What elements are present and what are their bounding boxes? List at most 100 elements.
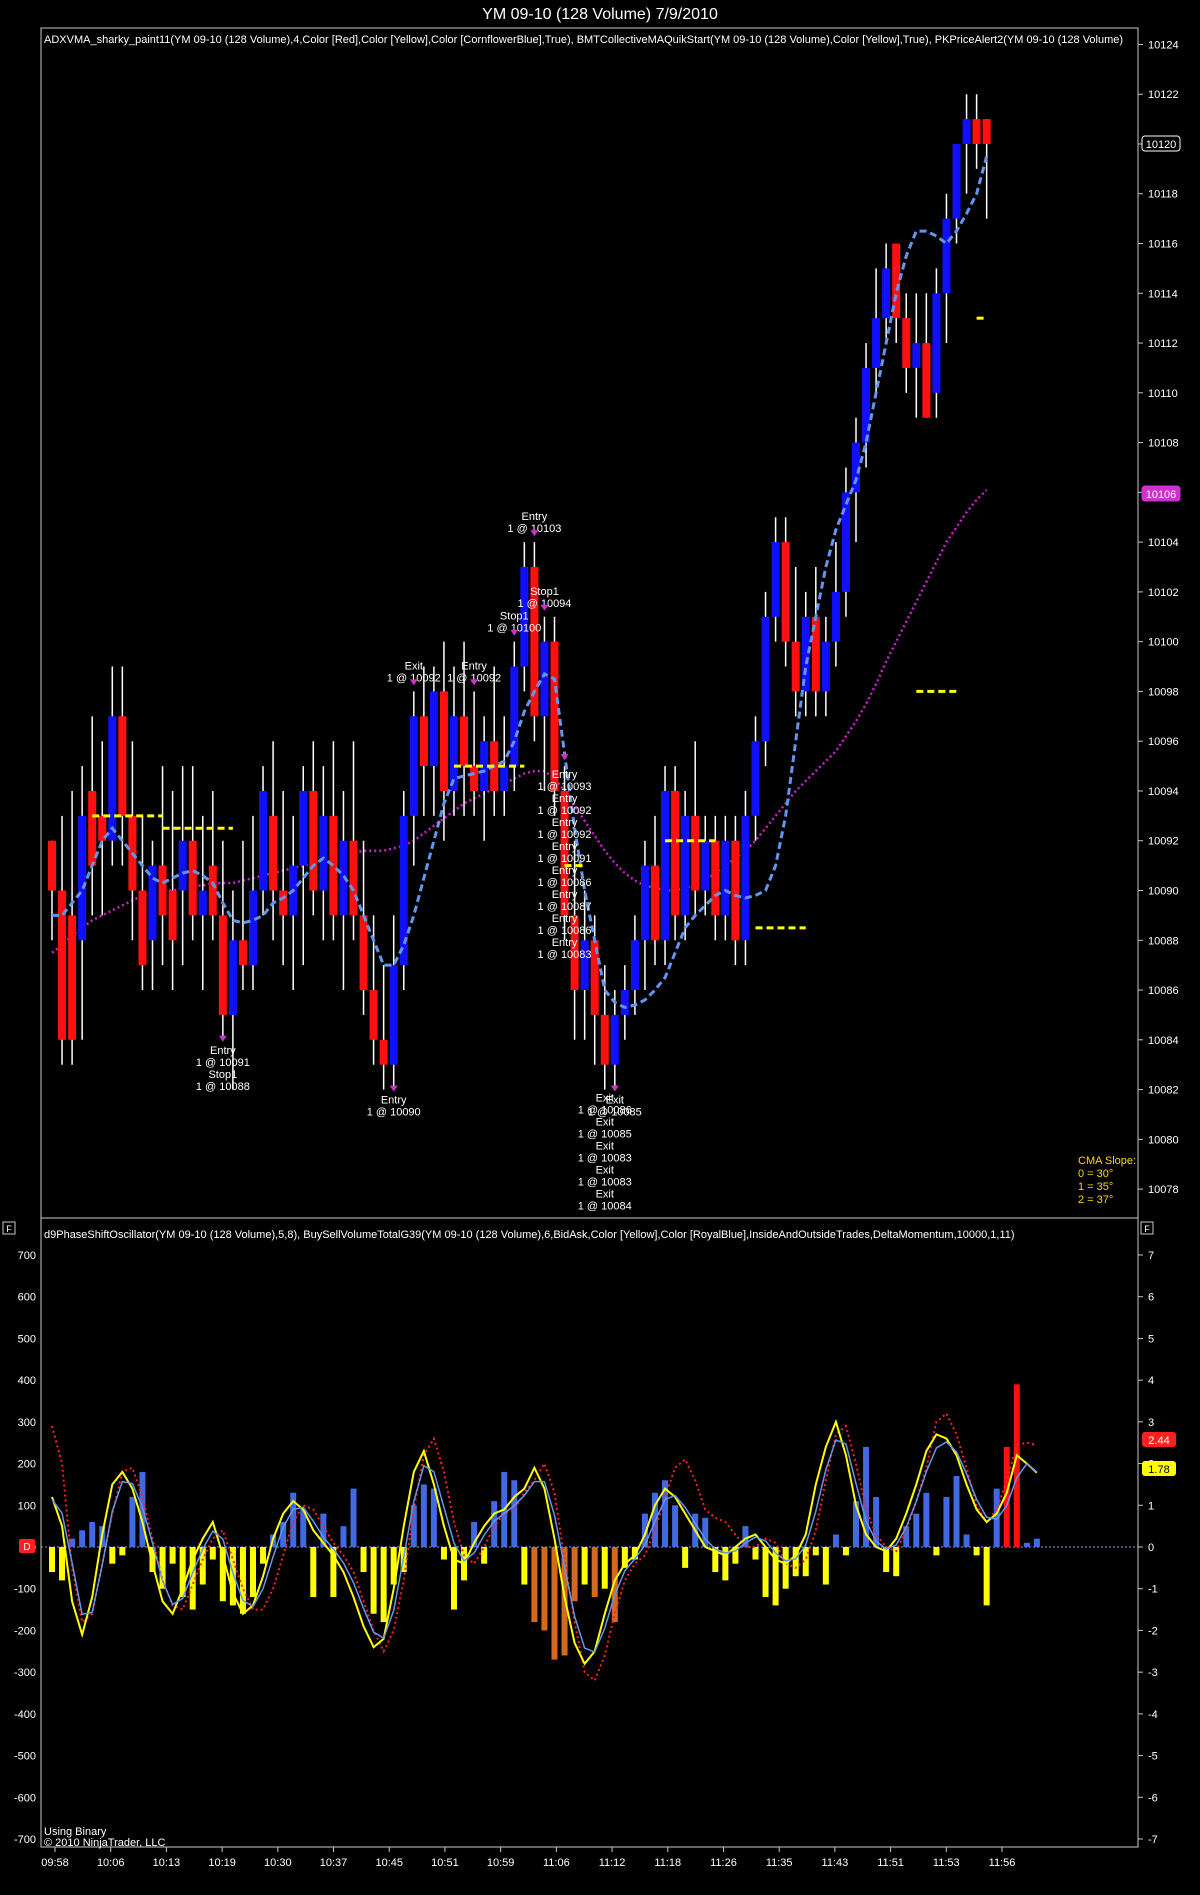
price-bar-body bbox=[309, 790, 318, 891]
delta-bar bbox=[511, 1480, 518, 1547]
price-bar bbox=[741, 790, 750, 966]
delta-bar bbox=[350, 1488, 357, 1547]
price-bar-body bbox=[259, 790, 268, 891]
trade-label-line: Exit bbox=[606, 1095, 624, 1107]
delta-bar bbox=[832, 1534, 839, 1547]
time-tick-label: 11:43 bbox=[822, 1857, 849, 1869]
delta-bar bbox=[782, 1547, 789, 1589]
delta-bar bbox=[59, 1547, 66, 1581]
trade-label-line: Entry bbox=[552, 793, 578, 805]
price-bar-body bbox=[922, 343, 931, 418]
price-tick-label: 10092 bbox=[1148, 836, 1179, 848]
price-tick-label: 10090 bbox=[1148, 886, 1179, 898]
time-tick-label: 11:26 bbox=[710, 1857, 737, 1869]
delta-bar bbox=[370, 1547, 377, 1614]
trade-label-line: Stop1 bbox=[208, 1069, 237, 1081]
trade-label-line: Entry bbox=[552, 769, 578, 781]
left-tick-label: 600 bbox=[18, 1292, 36, 1304]
price-bar-body bbox=[831, 591, 840, 642]
delta-bar bbox=[601, 1547, 608, 1589]
footer-copyright: © 2010 NinjaTrader, LLC bbox=[44, 1837, 165, 1849]
price-bar bbox=[530, 542, 539, 742]
price-bar-body bbox=[178, 840, 187, 891]
delta-bar bbox=[1023, 1542, 1030, 1547]
trade-label-line: 1 @ 10085 bbox=[578, 1129, 632, 1141]
price-indicator-label: ADXVMA_sharky_paint11(YM 09-10 (128 Volu… bbox=[44, 34, 1123, 46]
oscillator-red-value-badge: 2.44 bbox=[1142, 1432, 1176, 1447]
price-bar-body bbox=[269, 815, 278, 891]
right-tick-label: 5 bbox=[1148, 1333, 1154, 1345]
delta-bar bbox=[953, 1476, 960, 1547]
delta-bar bbox=[260, 1547, 267, 1564]
right-tick-label: -4 bbox=[1148, 1709, 1158, 1721]
time-tick-label: 10:45 bbox=[375, 1857, 403, 1869]
price-tick-label: 10116 bbox=[1148, 239, 1178, 251]
time-tick-label: 11:35 bbox=[766, 1857, 793, 1869]
trade-label-line: 1 @ 10091 bbox=[196, 1057, 250, 1069]
trade-label-line: 1 @ 10083 bbox=[578, 1177, 632, 1189]
price-bar-body bbox=[470, 766, 479, 791]
trade-label-line: 1 @ 10092 bbox=[538, 829, 592, 841]
delta-bar bbox=[79, 1530, 86, 1547]
trade-label-line: Entry bbox=[522, 511, 548, 523]
left-tick-label: 500 bbox=[18, 1333, 36, 1345]
left-tick-label: 100 bbox=[18, 1500, 36, 1512]
delta-bar bbox=[913, 1513, 920, 1547]
left-tick-label: -500 bbox=[14, 1751, 36, 1763]
price-bar-body bbox=[982, 119, 991, 144]
price-tick-label: 10112 bbox=[1148, 338, 1178, 350]
price-bar-body bbox=[249, 890, 257, 966]
trade-label-line: 1 @ 10086 bbox=[538, 925, 592, 937]
trade-label-line: Exit bbox=[596, 1189, 614, 1201]
price-bar-body bbox=[952, 143, 961, 219]
trade-label-line: Entry bbox=[552, 865, 578, 877]
delta-bar bbox=[923, 1492, 930, 1547]
price-bar-body bbox=[359, 915, 368, 991]
price-bar-body bbox=[198, 890, 207, 916]
oscillator-panel-button-label: F bbox=[1144, 1224, 1150, 1234]
price-bar bbox=[761, 591, 770, 767]
price-panel-button[interactable]: F bbox=[2, 1221, 16, 1235]
trade-label-line: Entry bbox=[552, 817, 578, 829]
right-tick-label: 3 bbox=[1148, 1417, 1154, 1429]
oscillator-panel-button[interactable]: F bbox=[1140, 1221, 1154, 1235]
delta-bar bbox=[973, 1547, 980, 1556]
price-bar-body bbox=[651, 865, 659, 941]
delta-bar bbox=[310, 1547, 317, 1598]
delta-bar bbox=[581, 1547, 588, 1585]
delta-bar bbox=[169, 1547, 176, 1564]
current-price-badge: 10120 bbox=[1141, 135, 1181, 152]
price-tick-label: 10078 bbox=[1148, 1184, 1179, 1196]
price-tick-label: 10082 bbox=[1148, 1085, 1179, 1097]
price-bar-body bbox=[439, 691, 448, 791]
left-tick-label: -600 bbox=[14, 1792, 36, 1804]
delta-bar bbox=[89, 1521, 96, 1547]
price-bar-body bbox=[691, 815, 700, 891]
delta-bar bbox=[109, 1547, 116, 1564]
price-bar bbox=[399, 790, 408, 991]
delta-bar bbox=[983, 1547, 990, 1606]
price-tick-label: 10084 bbox=[1148, 1035, 1179, 1047]
delta-bar bbox=[209, 1547, 216, 1560]
delta-bar bbox=[812, 1547, 819, 1556]
price-bar-body bbox=[279, 890, 288, 916]
price-tick-label: 10086 bbox=[1148, 985, 1179, 997]
price-bar-body bbox=[108, 716, 117, 841]
delta-bar bbox=[551, 1547, 558, 1660]
price-bar-body bbox=[962, 119, 971, 144]
price-tick-label: 10102 bbox=[1148, 587, 1179, 599]
time-tick-label: 10:51 bbox=[431, 1857, 459, 1869]
left-tick-label: 700 bbox=[18, 1250, 36, 1262]
delta-bar bbox=[682, 1547, 689, 1568]
trading-chart[interactable]: YM 09-10 (128 Volume) 7/9/2010 ADXVMA_sh… bbox=[0, 0, 1200, 1895]
trade-label-line: 1 @ 10086 bbox=[538, 877, 592, 889]
price-bar-body bbox=[882, 268, 891, 319]
price-tick-label: 10122 bbox=[1148, 89, 1179, 101]
right-tick-label: 0 bbox=[1148, 1542, 1154, 1554]
price-bar-body bbox=[610, 1014, 619, 1065]
left-tick-label: -300 bbox=[14, 1667, 36, 1679]
price-bar-body bbox=[781, 542, 790, 642]
price-tick-label: 10104 bbox=[1148, 537, 1179, 549]
trade-label-line: Exit bbox=[405, 660, 423, 672]
price-bar-body bbox=[228, 940, 237, 1015]
